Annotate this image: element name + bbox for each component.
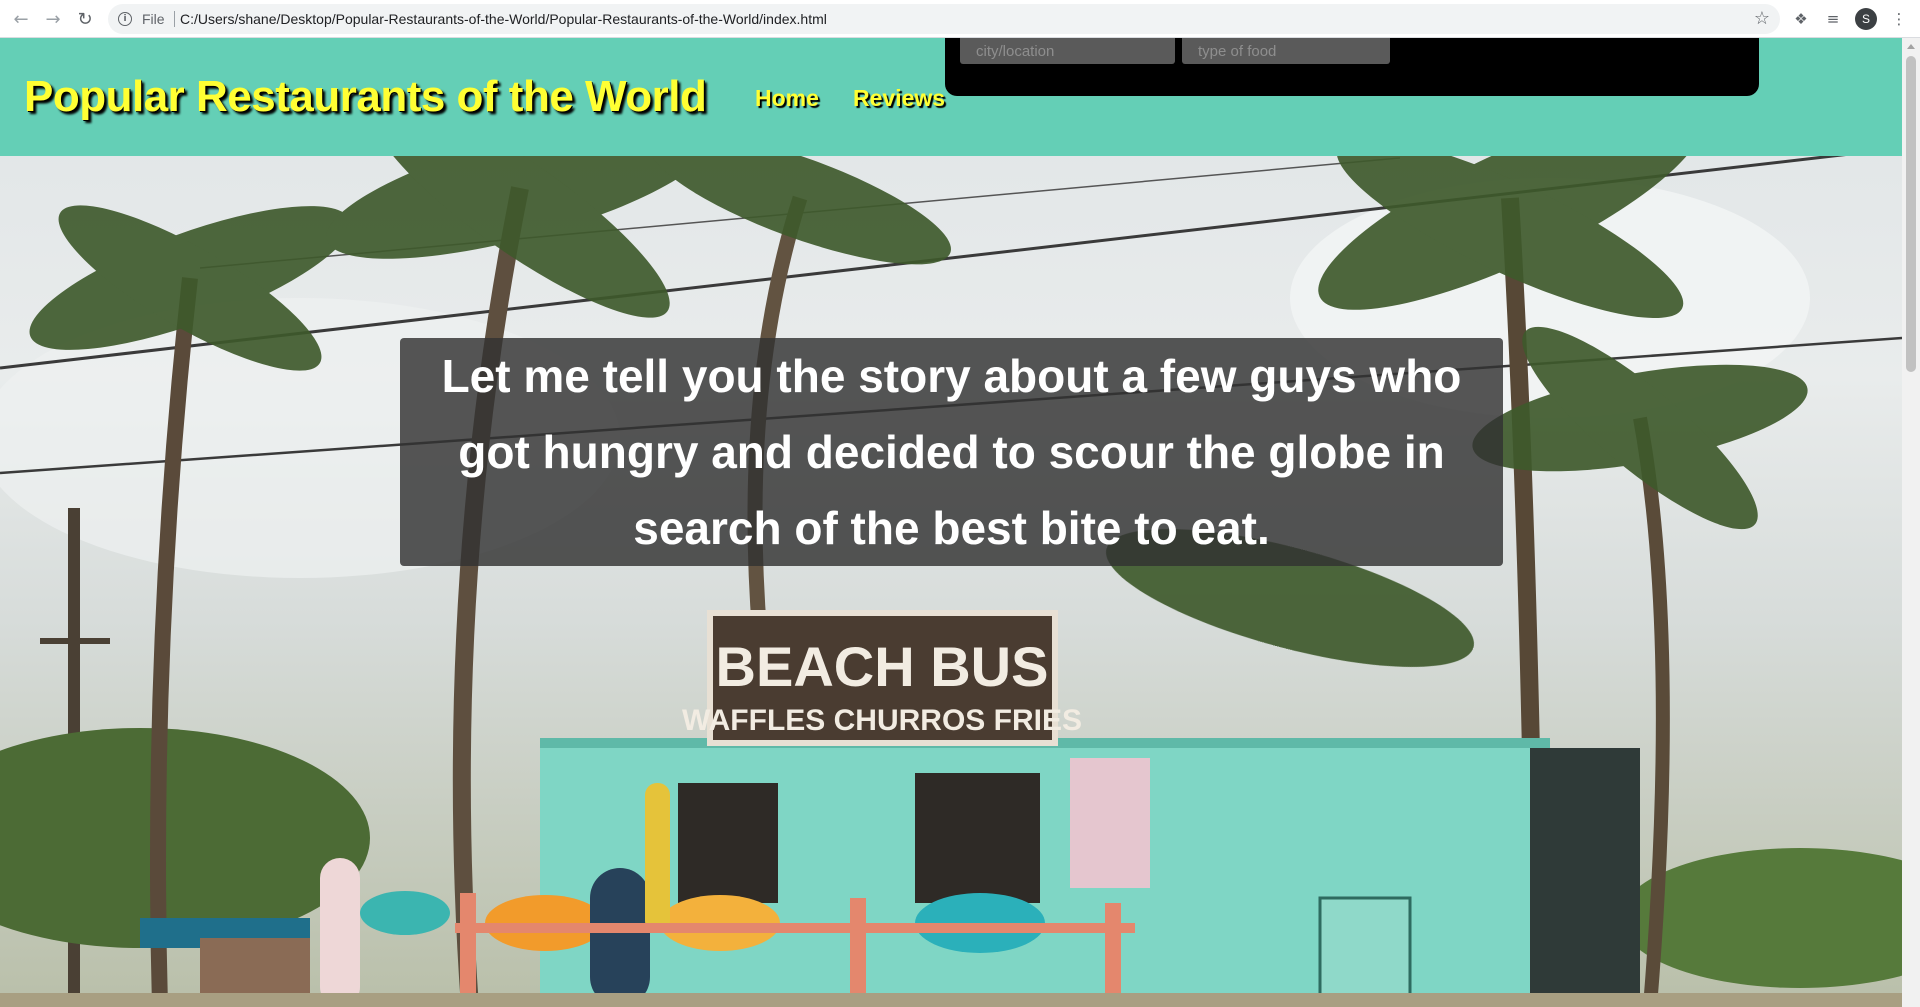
scrollbar-thumb[interactable]	[1906, 56, 1916, 372]
bus-sign-items: WAFFLES CHURROS FRIES	[682, 704, 1082, 737]
food-type-input[interactable]	[1182, 38, 1390, 64]
url-scheme-label: File	[142, 11, 165, 27]
search-panel	[945, 38, 1759, 96]
address-bar[interactable]: i File C:/Users/shane/Desktop/Popular-Re…	[108, 4, 1780, 34]
story-text: Let me tell you the story about a few gu…	[441, 350, 1462, 554]
omnibox-divider	[174, 11, 175, 27]
url-text[interactable]: C:/Users/shane/Desktop/Popular-Restauran…	[180, 11, 827, 27]
reading-list-icon[interactable]: ≡	[1822, 8, 1844, 30]
bus-sign-name: BEACH BUS	[716, 635, 1049, 698]
nav-reviews-link[interactable]: Reviews	[853, 85, 945, 112]
page-viewport: BEACH BUS WAFFLES CHURROS FRIES Popular …	[0, 38, 1902, 1007]
back-arrow-icon[interactable]: ←	[8, 6, 34, 32]
extensions-puzzle-icon[interactable]: ❖	[1790, 8, 1812, 30]
site-title: Popular Restaurants of the World	[24, 72, 707, 121]
scroll-up-arrow-icon[interactable]	[1907, 44, 1915, 49]
browser-toolbar: ← → ↻ i File C:/Users/shane/Desktop/Popu…	[0, 0, 1920, 38]
story-box: Let me tell you the story about a few gu…	[400, 338, 1503, 566]
reload-icon[interactable]: ↻	[72, 6, 98, 32]
city-location-input[interactable]	[960, 38, 1175, 64]
forward-arrow-icon[interactable]: →	[40, 6, 66, 32]
info-icon[interactable]: i	[118, 12, 132, 26]
profile-avatar[interactable]: S	[1855, 8, 1877, 30]
kebab-menu-icon[interactable]: ⋮	[1888, 8, 1910, 30]
page-scrollbar[interactable]	[1902, 38, 1920, 1007]
bookmark-star-icon[interactable]: ☆	[1754, 8, 1770, 29]
nav-home-link[interactable]: Home	[755, 85, 819, 112]
